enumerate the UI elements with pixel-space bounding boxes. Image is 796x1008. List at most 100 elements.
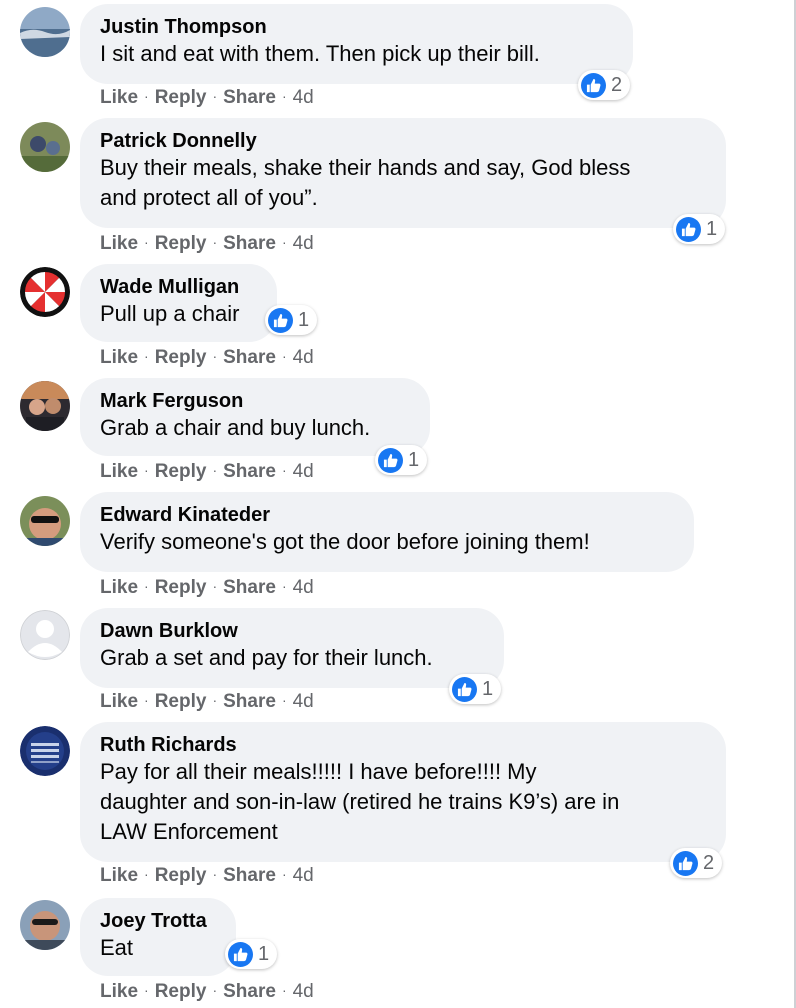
reaction-count-value: 1 [482, 678, 494, 700]
like-button[interactable]: Like [100, 87, 138, 108]
separator: · [212, 982, 218, 998]
comment-author[interactable]: Patrick Donnelly [100, 129, 706, 153]
comment-author[interactable]: Edward Kinateder [100, 503, 674, 527]
separator: · [212, 88, 218, 104]
reply-button[interactable]: Reply [155, 347, 207, 368]
reply-button[interactable]: Reply [155, 865, 207, 886]
comment-author[interactable]: Mark Ferguson [100, 389, 410, 413]
comment-author[interactable]: Wade Mulligan [100, 275, 257, 299]
reaction-count-value: 2 [611, 74, 623, 96]
timestamp[interactable]: 4d [293, 865, 314, 886]
thumbs-up-icon [676, 216, 701, 242]
timestamp[interactable]: 4d [293, 981, 314, 1002]
timestamp[interactable]: 4d [293, 233, 314, 254]
like-button[interactable]: Like [100, 461, 138, 482]
avatar[interactable] [20, 726, 70, 776]
reaction-count[interactable]: 1 [265, 305, 318, 335]
like-button[interactable]: Like [100, 347, 138, 368]
reaction-count[interactable]: 1 [225, 939, 278, 969]
separator: · [212, 348, 218, 364]
timestamp[interactable]: 4d [293, 577, 314, 598]
reply-button[interactable]: Reply [155, 87, 207, 108]
separator: · [144, 692, 149, 708]
reaction-count[interactable]: 1 [673, 214, 726, 244]
separator: · [212, 462, 218, 478]
reaction-count-value: 1 [706, 218, 718, 240]
reply-button[interactable]: Reply [155, 233, 207, 254]
thumbs-up-icon [378, 447, 403, 473]
avatar[interactable] [20, 7, 70, 57]
separator: · [281, 348, 287, 364]
comment-author[interactable]: Ruth Richards [100, 733, 706, 757]
avatar[interactable] [20, 496, 70, 546]
comment-bubble: Joey Trotta Eat [80, 898, 236, 976]
separator: · [281, 982, 287, 998]
separator: · [212, 866, 218, 882]
comment-text: Pay for all their meals!!!!! I have befo… [100, 759, 620, 844]
timestamp[interactable]: 4d [293, 691, 314, 712]
like-button[interactable]: Like [100, 577, 138, 598]
comment-actions: Like · Reply · Share · 4d [100, 232, 314, 256]
reaction-count[interactable]: 2 [670, 848, 723, 878]
reaction-count-value: 2 [703, 852, 715, 874]
share-button[interactable]: Share [223, 87, 276, 108]
comment-author[interactable]: Joey Trotta [100, 909, 216, 933]
like-button[interactable]: Like [100, 233, 138, 254]
reply-button[interactable]: Reply [155, 577, 207, 598]
avatar[interactable] [20, 267, 70, 317]
comment-text: Verify someone's got the door before joi… [100, 529, 590, 554]
reaction-count-value: 1 [258, 943, 270, 965]
separator: · [144, 234, 149, 250]
reaction-count[interactable]: 1 [449, 674, 502, 704]
separator: · [281, 578, 287, 594]
comment-bubble: Patrick Donnelly Buy their meals, shake … [80, 118, 726, 228]
share-button[interactable]: Share [223, 347, 276, 368]
share-button[interactable]: Share [223, 691, 276, 712]
like-button[interactable]: Like [100, 981, 138, 1002]
thumbs-up-icon [228, 941, 253, 967]
comment-actions: Like · Reply · Share · 4d [100, 864, 314, 888]
reaction-count-value: 1 [298, 309, 310, 331]
comment-text: Grab a chair and buy lunch. [100, 415, 371, 440]
comment-text: Pull up a chair [100, 301, 240, 326]
separator: · [212, 234, 218, 250]
timestamp[interactable]: 4d [293, 87, 314, 108]
avatar[interactable] [20, 610, 70, 660]
comment-author[interactable]: Dawn Burklow [100, 619, 484, 643]
share-button[interactable]: Share [223, 981, 276, 1002]
comment-text: Eat [100, 935, 134, 960]
comment-author[interactable]: Justin Thompson [100, 15, 613, 39]
like-button[interactable]: Like [100, 865, 138, 886]
separator: · [281, 462, 287, 478]
avatar[interactable] [20, 381, 70, 431]
separator: · [144, 462, 149, 478]
like-button[interactable]: Like [100, 691, 138, 712]
comment-text: I sit and eat with them. Then pick up th… [100, 41, 540, 66]
reply-button[interactable]: Reply [155, 981, 207, 1002]
timestamp[interactable]: 4d [293, 461, 314, 482]
thumbs-up-icon [452, 676, 477, 702]
comment-actions: Like · Reply · Share · 4d [100, 690, 314, 714]
reply-button[interactable]: Reply [155, 691, 207, 712]
reply-button[interactable]: Reply [155, 461, 207, 482]
comment-text: Grab a set and pay for their lunch. [100, 645, 433, 670]
avatar[interactable] [20, 900, 70, 950]
thumbs-up-icon [581, 72, 606, 98]
timestamp[interactable]: 4d [293, 347, 314, 368]
reaction-count[interactable]: 1 [375, 445, 428, 475]
thumbs-up-icon [673, 850, 698, 876]
separator: · [281, 234, 287, 250]
share-button[interactable]: Share [223, 865, 276, 886]
share-button[interactable]: Share [223, 461, 276, 482]
comment-actions: Like · Reply · Share · 4d [100, 576, 314, 600]
comment-bubble: Mark Ferguson Grab a chair and buy lunch… [80, 378, 430, 456]
separator: · [212, 692, 218, 708]
share-button[interactable]: Share [223, 233, 276, 254]
reaction-count-value: 1 [408, 449, 420, 471]
separator: · [144, 578, 149, 594]
reaction-count[interactable]: 2 [578, 70, 631, 100]
comment-actions: Like · Reply · Share · 4d [100, 346, 314, 370]
share-button[interactable]: Share [223, 577, 276, 598]
comment-bubble: Edward Kinateder Verify someone's got th… [80, 492, 694, 572]
avatar[interactable] [20, 122, 70, 172]
